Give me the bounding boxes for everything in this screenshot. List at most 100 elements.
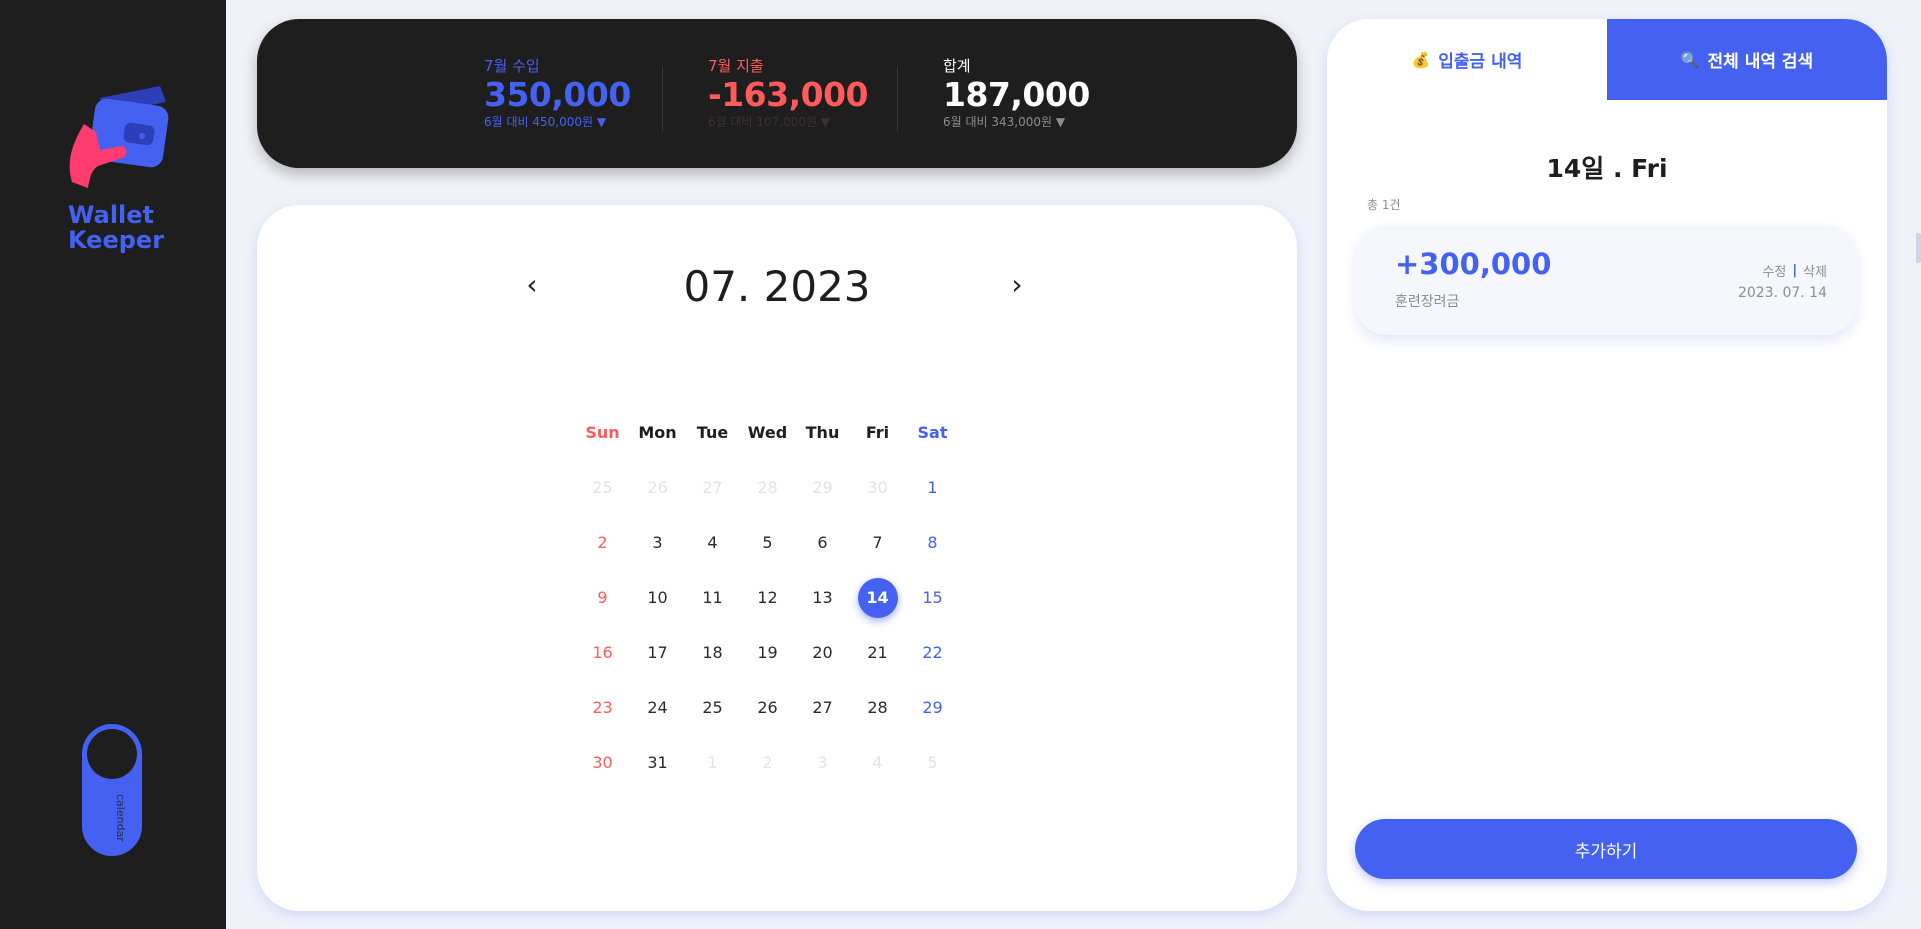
weekday-sun: Sun [585, 423, 620, 442]
calendar-day[interactable]: 12 [740, 570, 795, 625]
calendar-day[interactable]: 4 [685, 515, 740, 570]
calendar-day-label: 14 [857, 577, 898, 618]
calendar-grid: Sun Mon Tue Wed Thu Fri Sat 25 26 27 28 29 30… [575, 405, 960, 790]
calendar-day[interactable]: 7 [850, 515, 905, 570]
weekday-fri: Fri [865, 423, 890, 442]
tab-search-label: 전체 내역 검색 [1707, 52, 1814, 72]
scrollbar[interactable] [1916, 233, 1921, 263]
calendar-day-label: 19 [757, 643, 778, 662]
calendar-week: 16 17 18 19 20 21 22 [575, 625, 960, 680]
divider [662, 67, 663, 131]
calendar-day[interactable]: 17 [630, 625, 685, 680]
calendar-day-selected[interactable]: 14 [850, 570, 905, 625]
calendar-day[interactable]: 11 [685, 570, 740, 625]
weekday-mon: Mon [638, 423, 677, 442]
calendar-day[interactable]: 28 [850, 680, 905, 735]
calendar-day[interactable]: 27 [685, 460, 740, 515]
calendar-day[interactable]: 2 [575, 515, 630, 570]
money-bag-icon: 💰 [1411, 50, 1431, 69]
tab-history[interactable]: 💰 입출금 내역 [1327, 19, 1607, 100]
calendar-week: 2 3 4 5 6 7 8 [575, 515, 960, 570]
toggle-label: calendar [114, 794, 127, 842]
calendar-day-label: 10 [647, 588, 668, 607]
calendar-day[interactable]: 22 [905, 625, 960, 680]
calendar-day-label: 28 [867, 698, 888, 717]
view-toggle[interactable]: calendar [82, 724, 142, 856]
prev-month-button[interactable]: ‹ [517, 267, 547, 307]
income-compare: 6월 대비 450,000원 ▼ [484, 115, 607, 129]
calendar-day-label: 23 [592, 698, 613, 717]
calendar-day[interactable]: 26 [740, 680, 795, 735]
action-separator: | [1792, 263, 1798, 278]
detail-panel: 💰 입출금 내역 🔍 전체 내역 검색 14일 . Fri 총 1건 +300,… [1327, 19, 1887, 911]
calendar-day[interactable]: 2 [740, 735, 795, 790]
calendar-day[interactable]: 10 [630, 570, 685, 625]
calendar-day-label: 9 [597, 588, 608, 607]
toggle-knob[interactable] [87, 729, 137, 779]
tab-history-label: 입출금 내역 [1438, 52, 1523, 72]
total-label: 합계 [943, 57, 971, 75]
tab-search[interactable]: 🔍 전체 내역 검색 [1607, 19, 1887, 100]
calendar-day-label: 1 [707, 753, 718, 772]
calendar-day[interactable]: 13 [795, 570, 850, 625]
calendar-day[interactable]: 3 [630, 515, 685, 570]
calendar-day[interactable]: 1 [685, 735, 740, 790]
calendar-day-label: 13 [812, 588, 833, 607]
calendar-day[interactable]: 19 [740, 625, 795, 680]
calendar-day-label: 16 [592, 643, 613, 662]
calendar-day-label: 5 [762, 533, 773, 552]
calendar-day[interactable]: 18 [685, 625, 740, 680]
calendar-day-label: 30 [592, 753, 613, 772]
calendar-day[interactable]: 29 [905, 680, 960, 735]
calendar-day[interactable]: 5 [740, 515, 795, 570]
calendar-day[interactable]: 28 [740, 460, 795, 515]
calendar-day-label: 25 [702, 698, 723, 717]
calendar-day[interactable]: 30 [575, 735, 630, 790]
calendar-day[interactable]: 20 [795, 625, 850, 680]
calendar-day[interactable]: 16 [575, 625, 630, 680]
calendar-day-label: 25 [592, 478, 613, 497]
calendar-day-label: 21 [867, 643, 888, 662]
calendar-card: ‹ 07. 2023 › Sun Mon Tue Wed Thu Fri Sat… [257, 205, 1297, 911]
edit-button[interactable]: 수정 [1762, 261, 1786, 280]
calendar-day-label: 4 [872, 753, 883, 772]
calendar-day-label: 8 [927, 533, 938, 552]
weekday-wed: Wed [747, 423, 788, 442]
calendar-day-label: 3 [817, 753, 828, 772]
calendar-day[interactable]: 4 [850, 735, 905, 790]
calendar-day[interactable]: 30 [850, 460, 905, 515]
delete-button[interactable]: 삭제 [1803, 261, 1827, 280]
calendar-day-label: 27 [702, 478, 723, 497]
calendar-day[interactable]: 24 [630, 680, 685, 735]
calendar-day[interactable]: 27 [795, 680, 850, 735]
wallet-logo-icon[interactable] [62, 84, 172, 194]
calendar-day[interactable]: 8 [905, 515, 960, 570]
calendar-day[interactable]: 6 [795, 515, 850, 570]
calendar-day[interactable]: 26 [630, 460, 685, 515]
entry-actions: 수정 | 삭제 [1762, 261, 1827, 280]
calendar-day-label: 26 [757, 698, 778, 717]
add-entry-button[interactable]: 추가하기 [1355, 819, 1857, 879]
calendar-week: 30 31 1 2 3 4 5 [575, 735, 960, 790]
calendar-day[interactable]: 9 [575, 570, 630, 625]
calendar-day[interactable]: 25 [575, 460, 630, 515]
calendar-day[interactable]: 5 [905, 735, 960, 790]
calendar-day[interactable]: 3 [795, 735, 850, 790]
calendar-day-label: 3 [652, 533, 663, 552]
calendar-day-label: 30 [867, 478, 888, 497]
calendar-day[interactable]: 25 [685, 680, 740, 735]
calendar-day[interactable]: 23 [575, 680, 630, 735]
calendar-day[interactable]: 29 [795, 460, 850, 515]
calendar-day[interactable]: 1 [905, 460, 960, 515]
income-value: 350,000 [484, 75, 631, 114]
total-stat: 합계 187,000 6월 대비 343,000원 ▼ [943, 57, 1090, 129]
monthly-summary: 7월 수입 350,000 6월 대비 450,000원 ▼ 7월 지출 -16… [257, 19, 1297, 168]
list-item[interactable]: +300,000 훈련장려금 수정 | 삭제 2023. 07. 14 [1355, 225, 1857, 335]
calendar-day[interactable]: 15 [905, 570, 960, 625]
sidebar: Wallet Keeper calendar [0, 0, 226, 929]
next-month-button[interactable]: › [1002, 267, 1032, 307]
calendar-day[interactable]: 21 [850, 625, 905, 680]
calendar-day[interactable]: 31 [630, 735, 685, 790]
divider [897, 67, 898, 131]
calendar-day-label: 22 [922, 643, 943, 662]
